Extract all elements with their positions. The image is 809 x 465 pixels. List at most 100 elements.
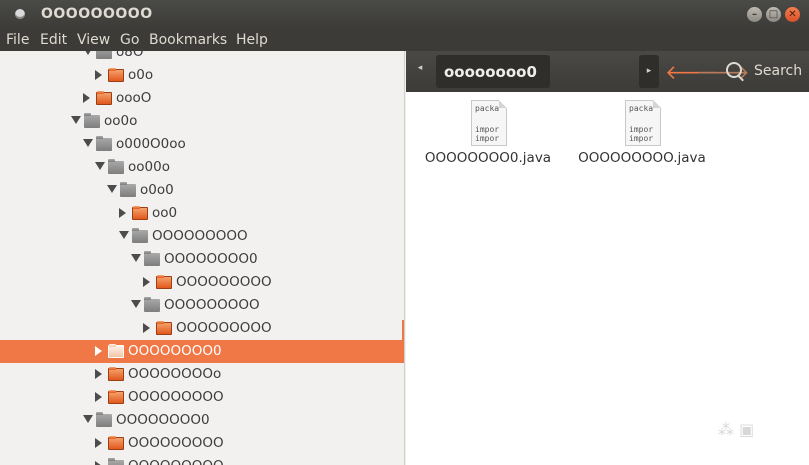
file-view[interactable]: packa impor impor OOOOOOOO0.java packa i… [406,92,809,465]
path-scroll-left-button[interactable]: ◂ [410,63,430,81]
file-item[interactable]: packa impor impor OOOOOOOOO.java [567,98,717,168]
folder-icon [96,136,112,151]
tree-row[interactable]: OOOOOOOOO [0,225,404,248]
tree-row[interactable]: OOOOOOOO0 [0,320,404,363]
expander-right-icon[interactable] [83,93,90,103]
file-preview-line: impor [629,134,654,143]
tree-row-label: OOOOOOOOO [176,274,272,290]
menu-go[interactable]: Go [120,32,139,48]
expander-right-icon[interactable] [143,277,150,287]
file-preview-line: impor [629,125,654,134]
tree-row[interactable]: OOOOOOOOO [0,294,404,317]
tree-row-label: OOOOOOOO0 [116,412,210,428]
tree-row-label: OOOOOOOOO [176,320,272,336]
tree-row[interactable]: oo0 [0,202,404,225]
expander-down-icon[interactable] [119,231,129,239]
folder-icon [144,297,160,312]
tree-row[interactable]: OOOOOOOOO [0,455,404,465]
tree-row-label: oo0 [152,205,178,221]
expander-down-icon[interactable] [83,139,93,147]
watermark-logo: ⁂ ▣ [718,420,755,439]
expander-right-icon[interactable] [95,70,102,80]
tree-row-label: OOOOOOOOo [128,366,222,382]
menu-edit[interactable]: Edit [40,32,67,48]
tree-row[interactable]: oooO [0,87,404,110]
tree-row[interactable]: o8O [0,51,404,64]
tree-row-label: o0o0 [140,182,174,198]
path-scroll-right-button[interactable]: ▸ [639,55,659,88]
folder-icon [132,228,148,243]
expander-right-icon[interactable] [95,461,102,465]
expander-down-icon[interactable] [131,300,141,308]
file-preview-line: packa [629,104,654,113]
tree-row[interactable]: OOOOOOOO0 [0,248,404,271]
menu-bookmarks[interactable]: Bookmarks [149,32,227,48]
tree-row-label: OOOOOOOOO [152,228,248,244]
folder-icon [108,390,124,404]
path-button[interactable]: oooooooo0 [436,55,550,88]
expander-down-icon[interactable] [95,162,105,170]
tree-row[interactable]: o0o0 [0,179,404,202]
folder-icon [120,182,136,197]
expander-right-icon[interactable] [95,438,102,448]
java-file-icon: packa impor impor [625,100,661,146]
folder-icon [108,344,124,358]
tree-row[interactable]: o000O0oo [0,133,404,156]
tree-row[interactable]: OOOOOOOOO [0,432,404,455]
close-button[interactable]: ✕ [785,7,800,22]
folder-icon [96,51,112,59]
tree-row-label: OOOOOOOOO [128,435,224,451]
tree-row[interactable]: OOOOOOOOO [0,271,404,294]
tree-row-label: OOOOOOOOO [164,297,260,313]
tree-row-label: oo00o [128,159,170,175]
file-name: OOOOOOOOO.java [578,150,706,166]
tree-row-label: OOOOOOOOO [128,458,224,465]
tree-row-label: o000O0oo [116,136,186,152]
tree-row-label: o8O [116,51,144,60]
expander-right-icon[interactable] [95,346,102,356]
folder-icon [84,113,100,128]
path-label: oooooooo0 [444,63,537,81]
tree-row[interactable]: oo0o [0,110,404,133]
tree-row-label: o0o [128,67,154,83]
expander-down-icon[interactable] [83,51,93,55]
folder-icon [156,321,172,335]
folder-icon [144,251,160,266]
folder-icon [108,436,124,450]
expander-down-icon[interactable] [83,415,93,423]
java-file-icon: packa impor impor [471,100,507,146]
search-button-label[interactable]: Search [754,63,802,79]
window-title: OOOOOOOOO [41,6,153,22]
maximize-button[interactable]: □ [766,7,781,22]
search-icon[interactable] [726,62,742,78]
folder-tree-pane[interactable]: o8O o0o oooO oo0o o000O0oo oo00o o0o0 oo0 OOOOOO… [0,51,405,465]
tree-row[interactable]: OOOOOOOOO [0,386,404,409]
file-name: OOOOOOOO0.java [424,150,552,166]
expander-right-icon[interactable] [95,369,102,379]
tree-row[interactable]: OOOOOOOOo [0,363,404,386]
tree-row[interactable]: o0o [0,64,404,87]
menu-file[interactable]: File [6,32,29,48]
tree-row-label: OOOOOOOO0 [128,343,222,359]
expander-right-icon[interactable] [119,208,126,218]
tree-row-label: OOOOOOOO0 [164,251,258,267]
folder-icon [108,159,124,174]
expander-down-icon[interactable] [71,116,81,124]
tree-row-label: oooO [116,90,152,106]
tree-row-label: oo0o [104,113,138,129]
minimize-button[interactable]: – [747,7,762,22]
expander-down-icon[interactable] [107,185,117,193]
tree-row[interactable]: OOOOOOOO0 [0,409,404,432]
file-preview-line: packa [475,104,500,113]
tree-row[interactable]: oo00o [0,156,404,179]
expander-right-icon[interactable] [143,323,150,333]
file-preview-line: impor [475,134,500,143]
menu-bar: File Edit View Go Bookmarks Help [0,29,809,51]
expander-down-icon[interactable] [131,254,141,262]
tree-row[interactable]: OOOOOOOOO [0,317,404,340]
menu-help[interactable]: Help [236,32,268,48]
file-item[interactable]: packa impor impor OOOOOOOO0.java [413,98,563,168]
menu-view[interactable]: View [77,32,110,48]
expander-right-icon[interactable] [95,392,102,402]
title-bar: OOOOOOOOO – □ ✕ [0,0,809,29]
